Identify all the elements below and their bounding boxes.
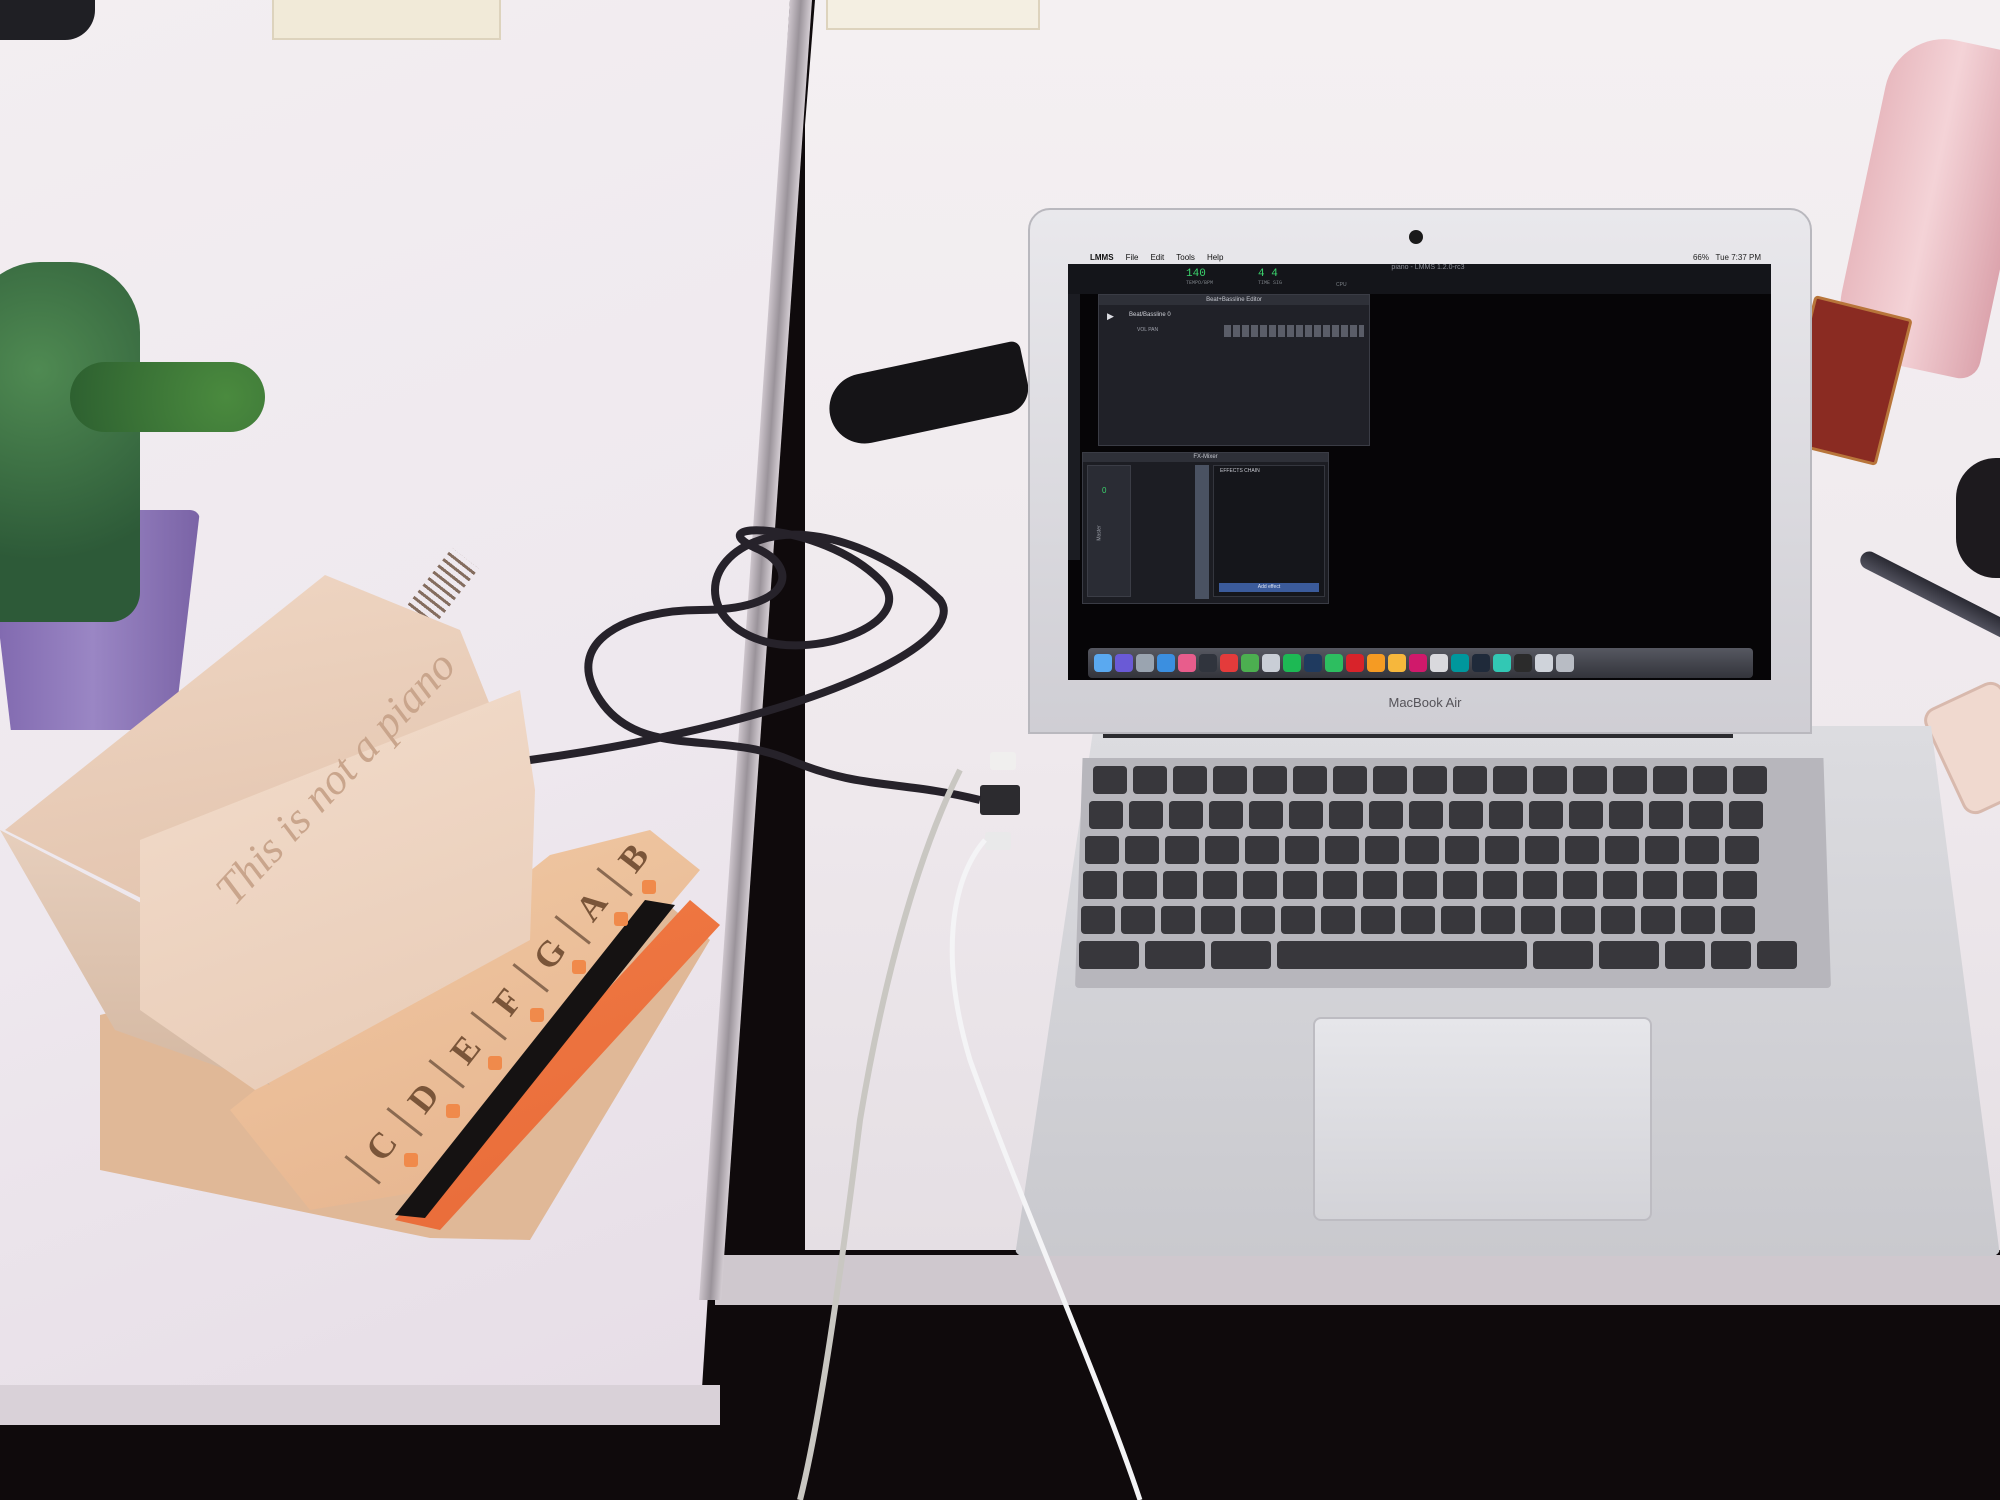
cables [529, 526, 1143, 1500]
white-charger-cable [949, 838, 1143, 1500]
grey-cable [797, 768, 963, 1500]
usb-cable [529, 526, 981, 804]
